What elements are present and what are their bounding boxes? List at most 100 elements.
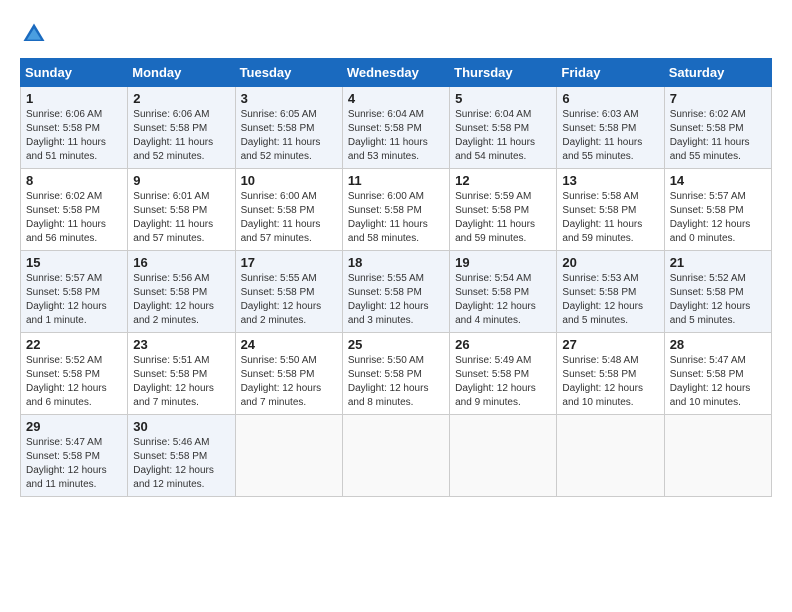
day-info: Sunrise: 5:55 AMSunset: 5:58 PMDaylight:… [348, 273, 429, 326]
day-number: 20 [562, 255, 658, 270]
day-info: Sunrise: 6:01 AMSunset: 5:58 PMDaylight:… [133, 191, 213, 244]
calendar-cell: 21 Sunrise: 5:52 AMSunset: 5:58 PMDaylig… [664, 251, 771, 333]
day-number: 30 [133, 419, 229, 434]
calendar-cell: 20 Sunrise: 5:53 AMSunset: 5:58 PMDaylig… [557, 251, 664, 333]
day-info: Sunrise: 5:52 AMSunset: 5:58 PMDaylight:… [670, 273, 751, 326]
logo [20, 20, 52, 48]
day-number: 7 [670, 91, 766, 106]
day-number: 9 [133, 173, 229, 188]
day-number: 6 [562, 91, 658, 106]
day-info: Sunrise: 6:05 AMSunset: 5:58 PMDaylight:… [241, 109, 321, 162]
day-info: Sunrise: 6:03 AMSunset: 5:58 PMDaylight:… [562, 109, 642, 162]
calendar-body: 1 Sunrise: 6:06 AMSunset: 5:58 PMDayligh… [21, 87, 772, 497]
calendar-cell: 4 Sunrise: 6:04 AMSunset: 5:58 PMDayligh… [342, 87, 449, 169]
calendar-table: SundayMondayTuesdayWednesdayThursdayFrid… [20, 58, 772, 497]
day-number: 18 [348, 255, 444, 270]
weekday-header-friday: Friday [557, 59, 664, 87]
calendar-cell: 25 Sunrise: 5:50 AMSunset: 5:58 PMDaylig… [342, 333, 449, 415]
day-info: Sunrise: 5:54 AMSunset: 5:58 PMDaylight:… [455, 273, 536, 326]
calendar-cell: 17 Sunrise: 5:55 AMSunset: 5:58 PMDaylig… [235, 251, 342, 333]
day-info: Sunrise: 5:55 AMSunset: 5:58 PMDaylight:… [241, 273, 322, 326]
day-info: Sunrise: 6:06 AMSunset: 5:58 PMDaylight:… [26, 109, 106, 162]
day-number: 5 [455, 91, 551, 106]
weekday-header-monday: Monday [128, 59, 235, 87]
calendar-week-2: 8 Sunrise: 6:02 AMSunset: 5:58 PMDayligh… [21, 169, 772, 251]
day-number: 25 [348, 337, 444, 352]
weekday-header-saturday: Saturday [664, 59, 771, 87]
day-info: Sunrise: 5:51 AMSunset: 5:58 PMDaylight:… [133, 355, 214, 408]
day-number: 23 [133, 337, 229, 352]
calendar-cell: 3 Sunrise: 6:05 AMSunset: 5:58 PMDayligh… [235, 87, 342, 169]
calendar-cell: 9 Sunrise: 6:01 AMSunset: 5:58 PMDayligh… [128, 169, 235, 251]
calendar-cell [235, 415, 342, 497]
day-number: 13 [562, 173, 658, 188]
day-info: Sunrise: 6:04 AMSunset: 5:58 PMDaylight:… [455, 109, 535, 162]
day-info: Sunrise: 5:57 AMSunset: 5:58 PMDaylight:… [26, 273, 107, 326]
day-info: Sunrise: 5:47 AMSunset: 5:58 PMDaylight:… [26, 437, 107, 490]
day-info: Sunrise: 6:00 AMSunset: 5:58 PMDaylight:… [348, 191, 428, 244]
calendar-cell: 8 Sunrise: 6:02 AMSunset: 5:58 PMDayligh… [21, 169, 128, 251]
calendar-week-3: 15 Sunrise: 5:57 AMSunset: 5:58 PMDaylig… [21, 251, 772, 333]
calendar-cell: 2 Sunrise: 6:06 AMSunset: 5:58 PMDayligh… [128, 87, 235, 169]
day-info: Sunrise: 5:46 AMSunset: 5:58 PMDaylight:… [133, 437, 214, 490]
calendar-cell: 7 Sunrise: 6:02 AMSunset: 5:58 PMDayligh… [664, 87, 771, 169]
day-number: 4 [348, 91, 444, 106]
calendar-cell: 11 Sunrise: 6:00 AMSunset: 5:58 PMDaylig… [342, 169, 449, 251]
calendar-cell: 14 Sunrise: 5:57 AMSunset: 5:58 PMDaylig… [664, 169, 771, 251]
calendar-week-4: 22 Sunrise: 5:52 AMSunset: 5:58 PMDaylig… [21, 333, 772, 415]
day-info: Sunrise: 5:56 AMSunset: 5:58 PMDaylight:… [133, 273, 214, 326]
calendar-cell: 10 Sunrise: 6:00 AMSunset: 5:58 PMDaylig… [235, 169, 342, 251]
day-number: 29 [26, 419, 122, 434]
day-info: Sunrise: 5:50 AMSunset: 5:58 PMDaylight:… [348, 355, 429, 408]
day-info: Sunrise: 5:52 AMSunset: 5:58 PMDaylight:… [26, 355, 107, 408]
calendar-week-1: 1 Sunrise: 6:06 AMSunset: 5:58 PMDayligh… [21, 87, 772, 169]
calendar-header: SundayMondayTuesdayWednesdayThursdayFrid… [21, 59, 772, 87]
day-number: 3 [241, 91, 337, 106]
day-number: 8 [26, 173, 122, 188]
calendar-cell: 22 Sunrise: 5:52 AMSunset: 5:58 PMDaylig… [21, 333, 128, 415]
calendar-cell: 27 Sunrise: 5:48 AMSunset: 5:58 PMDaylig… [557, 333, 664, 415]
day-number: 24 [241, 337, 337, 352]
day-number: 1 [26, 91, 122, 106]
day-number: 19 [455, 255, 551, 270]
day-number: 10 [241, 173, 337, 188]
page-header [20, 20, 772, 48]
weekday-header-wednesday: Wednesday [342, 59, 449, 87]
calendar-cell: 1 Sunrise: 6:06 AMSunset: 5:58 PMDayligh… [21, 87, 128, 169]
day-number: 21 [670, 255, 766, 270]
calendar-cell: 18 Sunrise: 5:55 AMSunset: 5:58 PMDaylig… [342, 251, 449, 333]
day-number: 14 [670, 173, 766, 188]
day-info: Sunrise: 5:58 AMSunset: 5:58 PMDaylight:… [562, 191, 642, 244]
day-number: 17 [241, 255, 337, 270]
calendar-cell: 19 Sunrise: 5:54 AMSunset: 5:58 PMDaylig… [450, 251, 557, 333]
calendar-week-5: 29 Sunrise: 5:47 AMSunset: 5:58 PMDaylig… [21, 415, 772, 497]
day-number: 12 [455, 173, 551, 188]
calendar-cell: 6 Sunrise: 6:03 AMSunset: 5:58 PMDayligh… [557, 87, 664, 169]
calendar-cell [342, 415, 449, 497]
calendar-cell: 29 Sunrise: 5:47 AMSunset: 5:58 PMDaylig… [21, 415, 128, 497]
day-number: 26 [455, 337, 551, 352]
day-info: Sunrise: 5:48 AMSunset: 5:58 PMDaylight:… [562, 355, 643, 408]
calendar-cell [664, 415, 771, 497]
day-number: 15 [26, 255, 122, 270]
day-info: Sunrise: 5:50 AMSunset: 5:58 PMDaylight:… [241, 355, 322, 408]
calendar-cell: 30 Sunrise: 5:46 AMSunset: 5:58 PMDaylig… [128, 415, 235, 497]
day-info: Sunrise: 5:59 AMSunset: 5:58 PMDaylight:… [455, 191, 535, 244]
calendar-cell: 24 Sunrise: 5:50 AMSunset: 5:58 PMDaylig… [235, 333, 342, 415]
calendar-cell: 23 Sunrise: 5:51 AMSunset: 5:58 PMDaylig… [128, 333, 235, 415]
day-info: Sunrise: 6:04 AMSunset: 5:58 PMDaylight:… [348, 109, 428, 162]
calendar-cell: 13 Sunrise: 5:58 AMSunset: 5:58 PMDaylig… [557, 169, 664, 251]
weekday-row: SundayMondayTuesdayWednesdayThursdayFrid… [21, 59, 772, 87]
day-info: Sunrise: 6:02 AMSunset: 5:58 PMDaylight:… [26, 191, 106, 244]
calendar-cell: 15 Sunrise: 5:57 AMSunset: 5:58 PMDaylig… [21, 251, 128, 333]
day-number: 2 [133, 91, 229, 106]
day-info: Sunrise: 5:57 AMSunset: 5:58 PMDaylight:… [670, 191, 751, 244]
calendar-cell: 28 Sunrise: 5:47 AMSunset: 5:58 PMDaylig… [664, 333, 771, 415]
logo-icon [20, 20, 48, 48]
day-info: Sunrise: 6:00 AMSunset: 5:58 PMDaylight:… [241, 191, 321, 244]
calendar-cell [557, 415, 664, 497]
day-info: Sunrise: 6:06 AMSunset: 5:58 PMDaylight:… [133, 109, 213, 162]
calendar-cell: 5 Sunrise: 6:04 AMSunset: 5:58 PMDayligh… [450, 87, 557, 169]
weekday-header-tuesday: Tuesday [235, 59, 342, 87]
day-number: 27 [562, 337, 658, 352]
